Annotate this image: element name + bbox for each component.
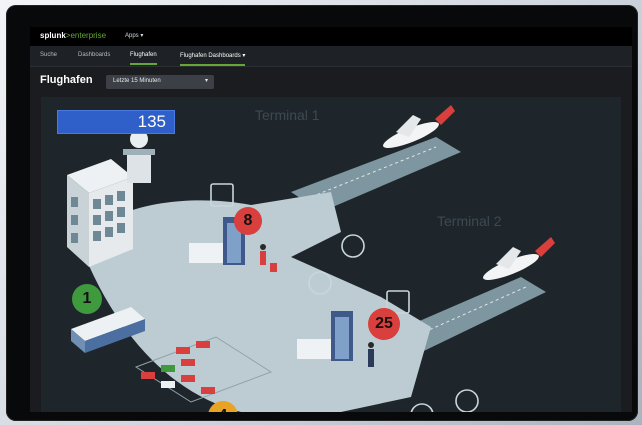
time-range-picker[interactable]: Letzte 15 Minuten ▾ <box>106 75 214 89</box>
splunk-logo[interactable]: splunk>enterprise <box>40 31 106 40</box>
passenger-count-value: 135 <box>137 112 166 131</box>
gate-1-queue-badge[interactable]: 8 <box>234 207 262 235</box>
train-icon <box>71 307 145 353</box>
shopping-cart-icon <box>341 234 365 258</box>
terminal-1-label: Terminal 1 <box>255 107 320 123</box>
brand-name: splunk <box>40 31 66 40</box>
page-title: Flughafen <box>40 74 93 86</box>
airport-dashboard-panel: 135 Terminal 1 Terminal 2 8 25 1 4 <box>41 97 621 412</box>
brand-suffix: >enterprise <box>65 31 107 40</box>
terminal-2-label: Terminal 2 <box>437 213 502 229</box>
tab-dashboards[interactable]: Dashboards <box>78 52 110 63</box>
restaurant-icon-2 <box>410 403 434 412</box>
gate-2-queue-badge[interactable]: 25 <box>368 308 400 340</box>
apps-menu[interactable]: Apps ▾ <box>125 32 143 39</box>
app-nav-bar: Suche Dashboards Flughafen Flughafen Das… <box>30 46 632 67</box>
screen: splunk>enterprise Apps ▾ Suche Dashboard… <box>30 27 632 412</box>
tab-flughafen-dashboards[interactable]: Flughafen Dashboards ▾ <box>180 52 246 66</box>
top-bar: splunk>enterprise Apps ▾ <box>30 27 632 46</box>
security-officer-icon <box>368 342 374 367</box>
airplane-terminal-2-icon <box>483 237 555 280</box>
time-range-label: Letzte 15 Minuten <box>113 78 161 84</box>
airport-map <box>67 105 555 412</box>
chevron-down-icon: ▾ <box>204 78 208 84</box>
tab-suche[interactable]: Suche <box>40 52 57 63</box>
passenger-counter: 135 <box>57 110 175 134</box>
title-bar: Flughafen Letzte 15 Minuten ▾ <box>30 67 632 97</box>
shopping-cart-icon-2 <box>455 389 479 412</box>
train-status-badge[interactable]: 1 <box>72 284 102 314</box>
tab-flughafen[interactable]: Flughafen <box>130 52 157 65</box>
monitor-frame: splunk>enterprise Apps ▾ Suche Dashboard… <box>6 5 638 421</box>
